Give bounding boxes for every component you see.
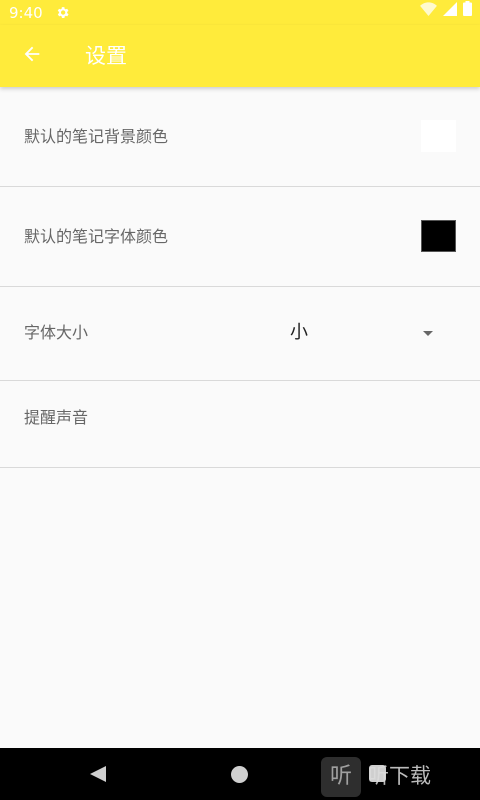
watermark-text: 听下载 — [368, 764, 431, 788]
setting-label-text-color: 默认的笔记字体颜色 — [24, 227, 169, 246]
status-bar: 9:40 — [0, 0, 480, 25]
setting-row-text-color[interactable]: 默认的笔记字体颜色 — [0, 187, 480, 287]
navigation-bar: 听 听下载 — [0, 748, 480, 800]
setting-label-background-color: 默认的笔记背景颜色 — [24, 127, 169, 146]
status-time: 9:40 — [9, 4, 43, 22]
triangle-back-icon[interactable] — [90, 766, 106, 782]
status-indicators — [420, 1, 472, 20]
chevron-down-icon — [423, 331, 433, 336]
gear-icon — [55, 5, 70, 20]
setting-label-font-size: 字体大小 — [24, 323, 89, 342]
circle-home-icon[interactable] — [231, 766, 248, 783]
setting-row-background-color[interactable]: 默认的笔记背景颜色 — [0, 87, 480, 187]
watermark-logo: 听 — [321, 757, 361, 797]
signal-icon — [443, 2, 457, 20]
text-color-swatch[interactable] — [421, 220, 456, 252]
wifi-icon — [420, 2, 437, 20]
background-color-swatch[interactable] — [421, 120, 456, 152]
battery-icon — [463, 1, 472, 20]
toolbar: 设置 — [0, 25, 480, 87]
settings-list: 默认的笔记背景颜色 默认的笔记字体颜色 字体大小 小 提醒声音 — [0, 87, 480, 468]
font-size-dropdown[interactable]: 小 — [280, 311, 455, 355]
setting-row-font-size: 字体大小 小 — [0, 287, 480, 381]
setting-row-reminder-sound[interactable]: 提醒声音 — [0, 381, 480, 468]
arrow-left-icon — [21, 43, 43, 69]
page-title: 设置 — [85, 44, 127, 68]
back-button[interactable] — [14, 38, 50, 74]
font-size-value: 小 — [290, 322, 308, 343]
setting-label-reminder-sound: 提醒声音 — [24, 408, 89, 427]
